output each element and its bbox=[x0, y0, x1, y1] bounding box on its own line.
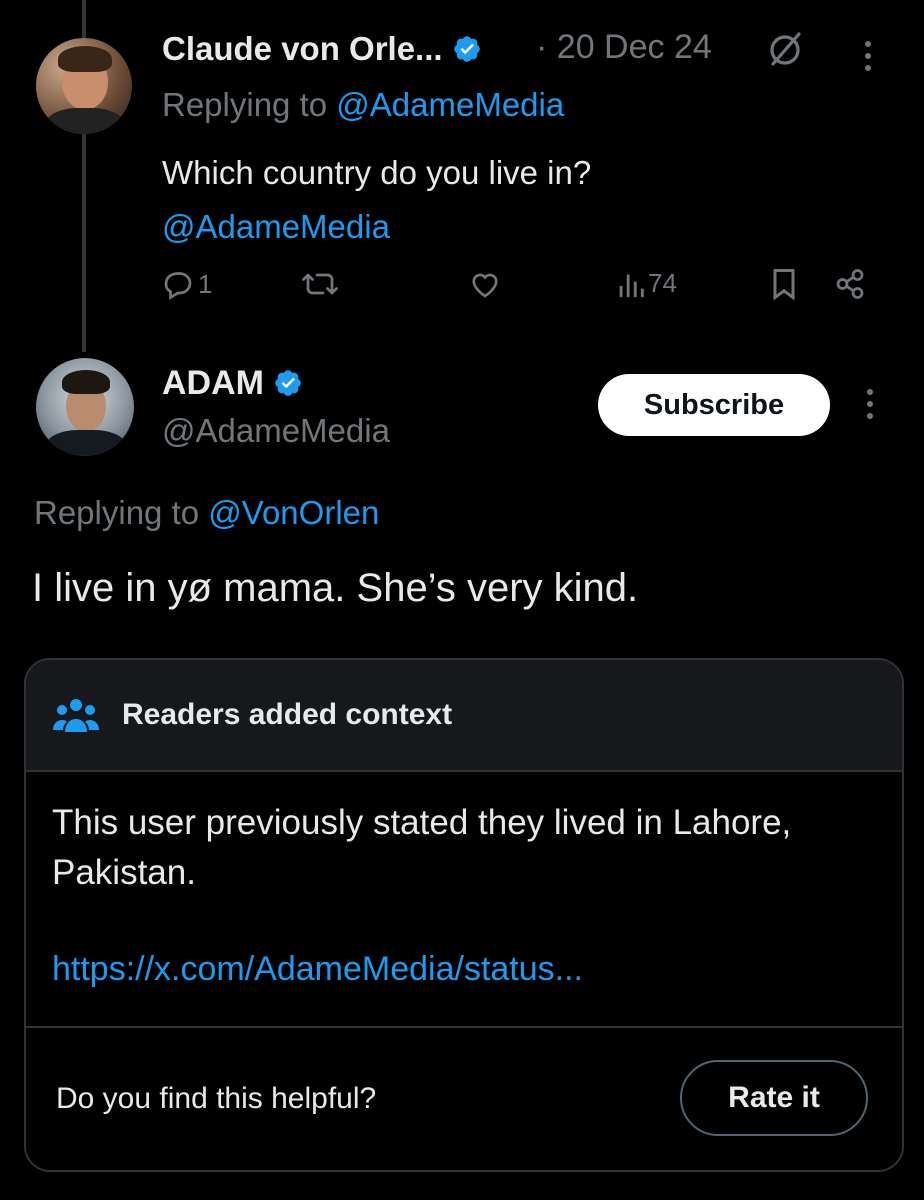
people-icon bbox=[53, 699, 99, 732]
reply-button[interactable]: 1 bbox=[160, 266, 212, 302]
community-note-title: Readers added context bbox=[122, 698, 453, 731]
tweet-actions: 1 74 bbox=[160, 266, 880, 310]
more-options-icon[interactable] bbox=[860, 384, 880, 424]
rate-it-button[interactable]: Rate it bbox=[680, 1060, 868, 1136]
replying-prefix: Replying to bbox=[162, 86, 337, 123]
author-name[interactable]: Claude von Orle... bbox=[162, 30, 482, 68]
replying-handle-link[interactable]: @VonOrlen bbox=[208, 494, 379, 531]
mention-link[interactable]: @AdameMedia bbox=[162, 200, 862, 254]
helpful-question: Do you find this helpful? bbox=[56, 1082, 377, 1115]
tweet-text: Which country do you live in? @AdameMedi… bbox=[162, 146, 862, 254]
share-icon bbox=[836, 269, 864, 299]
avatar[interactable] bbox=[36, 358, 134, 456]
repost-icon bbox=[302, 273, 338, 295]
replying-to: Replying to @AdameMedia bbox=[162, 86, 564, 124]
like-button[interactable] bbox=[466, 266, 504, 302]
meta-separator: · bbox=[536, 28, 548, 66]
tweet-meta: · 20 Dec 24 bbox=[536, 28, 712, 67]
subscribe-button[interactable]: Subscribe bbox=[598, 374, 830, 436]
community-note: Readers added context This user previous… bbox=[24, 658, 904, 1172]
community-note-header: Readers added context bbox=[26, 660, 902, 772]
reply-icon bbox=[164, 272, 192, 300]
replying-handle-link[interactable]: @AdameMedia bbox=[336, 86, 564, 123]
avatar-suit bbox=[46, 430, 126, 456]
views-count: 74 bbox=[648, 267, 677, 298]
repost-button[interactable] bbox=[300, 266, 340, 302]
reply-count: 1 bbox=[198, 268, 213, 299]
bookmark-icon bbox=[773, 269, 795, 301]
tweet-date[interactable]: 20 Dec 24 bbox=[557, 28, 712, 66]
replying-prefix: Replying to bbox=[34, 494, 209, 531]
avatar[interactable] bbox=[36, 38, 132, 134]
tweet-text: I live in yø mama. She’s very kind. bbox=[32, 566, 639, 610]
verified-badge-icon bbox=[275, 370, 302, 396]
views-chart-icon bbox=[619, 274, 644, 298]
author-name[interactable]: ADAM bbox=[162, 364, 303, 403]
community-note-text: This user previously stated they lived i… bbox=[52, 803, 792, 892]
divider bbox=[26, 1026, 902, 1028]
grok-icon[interactable] bbox=[764, 28, 806, 70]
bookmark-button[interactable] bbox=[770, 266, 798, 302]
avatar-hair bbox=[62, 370, 110, 394]
heart-icon bbox=[472, 273, 498, 298]
community-note-source-link[interactable]: https://x.com/AdameMedia/status... bbox=[52, 950, 583, 989]
avatar-hair bbox=[58, 46, 112, 72]
replying-to: Replying to @VonOrlen bbox=[34, 494, 379, 532]
tweet-text-line: Which country do you live in? bbox=[162, 154, 592, 191]
author-handle[interactable]: @AdameMedia bbox=[162, 412, 390, 450]
avatar-suit bbox=[46, 108, 124, 134]
views-button[interactable]: 74 bbox=[616, 266, 677, 300]
author-display-name[interactable]: Claude von Orle... bbox=[162, 30, 443, 67]
share-button[interactable] bbox=[830, 266, 870, 302]
author-display-name[interactable]: ADAM bbox=[162, 364, 264, 402]
verified-badge-icon bbox=[453, 36, 480, 62]
more-options-icon[interactable] bbox=[858, 36, 878, 76]
